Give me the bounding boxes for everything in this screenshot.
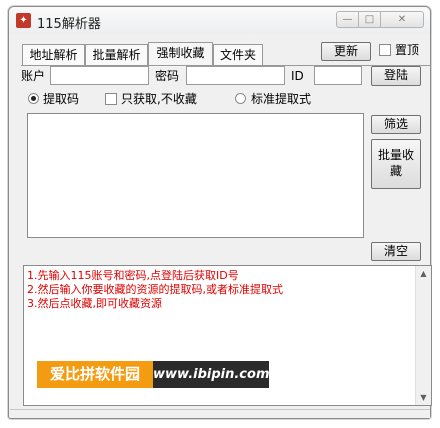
instruction-line: 1.先输入115账号和密码,点登陆后获取ID号 <box>27 269 239 282</box>
account-input[interactable] <box>50 66 149 85</box>
id-input[interactable] <box>314 66 362 85</box>
extract-code-label: 提取码 <box>43 92 80 106</box>
vertical-scrollbar[interactable]: ▲ ▼ <box>415 266 431 405</box>
instruction-line: 3.然后点收藏,即可收藏资源 <box>27 297 162 310</box>
account-label: 账户 <box>21 69 46 83</box>
title-bar[interactable]: ✦ 115解析器 — □ ✕ <box>9 7 430 34</box>
id-label: ID <box>291 69 304 83</box>
minimize-button[interactable]: — <box>336 11 359 28</box>
password-input[interactable] <box>186 66 285 85</box>
tab-batch-parse[interactable]: 批量解析 <box>85 44 148 66</box>
password-label: 密码 <box>155 69 180 83</box>
standard-extract-radio[interactable] <box>235 93 246 104</box>
tab-folder[interactable]: 文件夹 <box>213 44 263 66</box>
watermark-logo: 爱比拼软件园 <box>37 361 153 388</box>
clear-button[interactable]: 清空 <box>371 242 421 261</box>
scroll-up-icon[interactable]: ▲ <box>416 266 431 281</box>
watermark-url: www.ibipin.com <box>153 367 270 382</box>
maximize-button[interactable]: □ <box>358 11 381 28</box>
standard-extract-label: 标准提取式 <box>251 92 312 106</box>
only-get-label: 只获取,不收藏 <box>121 92 197 106</box>
app-window: ✦ 115解析器 — □ ✕ 地址解析 批量解析 强制收藏 文件夹 更新 置顶 … <box>8 6 432 419</box>
tab-address-parse[interactable]: 地址解析 <box>22 44 85 66</box>
update-button[interactable]: 更新 <box>321 42 371 61</box>
batch-collect-button[interactable]: 批量收藏 <box>371 139 421 189</box>
pin-label: 置顶 <box>395 43 420 57</box>
pin-checkbox[interactable] <box>379 44 391 56</box>
scroll-down-icon[interactable]: ▼ <box>416 390 431 405</box>
extract-code-radio[interactable] <box>28 93 39 104</box>
instruction-line: 2.然后输入你要收藏的资源的提取码,或者标准提取式 <box>27 283 283 296</box>
tab-force-collect[interactable]: 强制收藏 <box>148 42 213 67</box>
only-get-checkbox[interactable] <box>105 93 117 105</box>
close-button[interactable]: ✕ <box>380 11 424 28</box>
extract-code-textarea[interactable] <box>27 113 364 238</box>
filter-button[interactable]: 筛选 <box>371 115 421 134</box>
instruction-list: 1.先输入115账号和密码,点登陆后获取ID号 2.然后输入你要收藏的资源的提取… <box>27 269 283 311</box>
window-title: 115解析器 <box>37 17 101 32</box>
app-icon: ✦ <box>16 13 31 28</box>
login-button[interactable]: 登陆 <box>371 66 421 86</box>
status-bar <box>10 409 430 418</box>
watermark-banner: 爱比拼软件园 www.ibipin.com <box>37 361 270 388</box>
